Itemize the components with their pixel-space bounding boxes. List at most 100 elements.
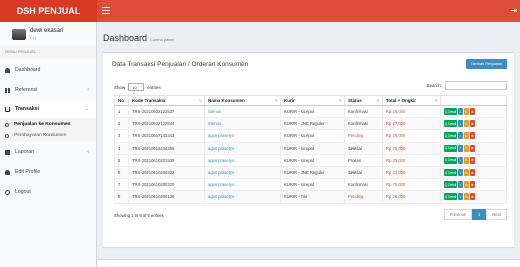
search-input[interactable]: [445, 81, 507, 90]
cell-actions: Q Detail ▪ ✎ ✖: [440, 153, 507, 167]
cart-icon: [5, 106, 10, 112]
detail-button[interactable]: Q Detail: [444, 193, 457, 201]
transactions-box: Data Transaksi Penjualan / Orderan Konsu…: [103, 52, 514, 247]
add-sale-button[interactable]: Tambah Penjualan: [465, 59, 507, 69]
view-icon[interactable]: ▪: [458, 193, 463, 201]
detail-button[interactable]: Q Detail: [444, 108, 457, 116]
detail-button[interactable]: Q Detail: [444, 169, 457, 177]
row-actions: Q Detail ▪ ✎ ✖: [444, 132, 503, 140]
row-actions: Q Detail ▪ ✎ ✖: [444, 169, 503, 177]
app-logo[interactable]: DSH PENJUAL: [0, 0, 97, 22]
pagination-previous[interactable]: Previous: [443, 209, 473, 220]
view-icon[interactable]: ▪: [458, 169, 463, 177]
delete-icon[interactable]: ✖: [470, 108, 475, 116]
view-icon[interactable]: ▪: [458, 156, 463, 164]
delete-icon[interactable]: ✖: [470, 193, 475, 201]
sidebar-item-logout[interactable]: Logout: [0, 182, 96, 202]
table-info: Showing 1 to 8 of 8 entries: [114, 213, 164, 218]
column-header-kurir[interactable]: Kurir ⇅: [280, 95, 345, 106]
column-header-no[interactable]: No ⇅: [114, 95, 129, 106]
edit-icon[interactable]: ✎: [464, 181, 469, 189]
dashboard-icon: [5, 67, 10, 73]
edit-icon[interactable]: ✎: [464, 156, 469, 164]
edit-icon[interactable]: ✎: [464, 120, 469, 128]
edit-icon[interactable]: ✎: [464, 169, 469, 177]
table-row: 3 TRX-20210617143343 agus prasetyo KURIR - …: [114, 129, 507, 143]
detail-button[interactable]: Q Detail: [444, 120, 457, 128]
sidebar-item-referensi[interactable]: Referensi ‹: [0, 80, 96, 100]
pagination-next[interactable]: Next: [486, 209, 507, 220]
sign-out-icon[interactable]: ⇥: [510, 6, 517, 15]
cell-no: 7: [114, 178, 129, 192]
cell-total: Rp 26,000: [382, 104, 441, 119]
avatar: [12, 28, 26, 40]
sidebar-item-label: Logout: [15, 189, 31, 195]
sidebar-item-transaksi[interactable]: Transaksi ⌄: [0, 100, 96, 118]
view-icon[interactable]: ▪: [458, 144, 463, 152]
sort-icon: ⇅: [338, 98, 342, 103]
cell-kode-transaksi: TRX-20210610200320: [128, 178, 205, 192]
sidebar-subitem-penjualan[interactable]: Penjualan ke Konsumen: [0, 119, 96, 130]
delete-icon[interactable]: ✖: [470, 181, 475, 189]
sidebar-item-label: Laporan: [15, 149, 35, 155]
sidebar-toggle-icon[interactable]: [102, 7, 110, 14]
cell-total: Rp 26,000: [382, 190, 441, 204]
delete-icon[interactable]: ✖: [470, 132, 475, 140]
column-header-total[interactable]: Total + Ongkir ⇅: [382, 95, 441, 106]
column-header-nama[interactable]: Nama Konsumen ⇅: [204, 95, 281, 106]
cell-kurir: KURIR - sicepat: [280, 178, 345, 192]
cell-total: Rp 33,000: [382, 153, 441, 167]
edit-icon[interactable]: ✎: [464, 193, 469, 201]
sidebar-item-dashboard[interactable]: Dashboard: [0, 60, 96, 80]
delete-icon[interactable]: ✖: [470, 120, 475, 128]
delete-icon[interactable]: ✖: [470, 144, 475, 152]
column-header-kode[interactable]: Kode Transaksi ⇅: [128, 95, 205, 106]
edit-icon[interactable]: ✎: [464, 108, 469, 116]
cell-kode-transaksi: TRX-20210617143343: [128, 129, 205, 143]
page-title-text: Dashboard: [103, 33, 148, 43]
cell-status: Pending: [344, 190, 383, 204]
cell-no: 2: [114, 117, 129, 131]
cell-nama-konsumen: agus prasetyo: [204, 129, 281, 143]
view-icon[interactable]: ▪: [458, 120, 463, 128]
column-header-status[interactable]: Status ⇅: [344, 95, 383, 106]
detail-button[interactable]: Q Detail: [444, 144, 457, 152]
user-icon: [5, 169, 10, 175]
sidebar-subitem-pembayaran[interactable]: Pembayaran Konsumen: [0, 130, 96, 141]
sidebar-item-edit-profile[interactable]: Edit Profile: [0, 162, 96, 182]
column-header-label: Total + Ongkir: [386, 98, 417, 103]
column-header-label: Kurir: [284, 98, 295, 103]
cell-no: 5: [114, 153, 129, 167]
cell-actions: Q Detail ▪ ✎ ✖: [440, 190, 507, 204]
cell-kode-transaksi: TRX-20210610200138: [128, 190, 205, 204]
column-header-actions: [440, 95, 507, 106]
page-length-select[interactable]: 10 ⌄: [128, 83, 145, 95]
cell-kode-transaksi: TRX-20210622122844: [128, 117, 205, 131]
detail-button[interactable]: Q Detail: [444, 156, 457, 164]
pagination-page[interactable]: 1: [472, 209, 487, 220]
table-row: 8 TRX-20210610200138 agus prasetyo KURIR - …: [114, 190, 507, 204]
search-control: Search:: [426, 81, 507, 90]
cell-kurir: KURIR - sicepat: [280, 141, 345, 155]
circle-icon: [5, 122, 9, 127]
sort-icon: ⇅: [274, 98, 278, 103]
view-icon[interactable]: ▪: [458, 108, 463, 116]
edit-icon[interactable]: ✎: [464, 144, 469, 152]
cell-actions: Q Detail ▪ ✎ ✖: [440, 104, 507, 119]
cell-no: 3: [114, 129, 129, 143]
view-icon[interactable]: ▪: [458, 132, 463, 140]
edit-icon[interactable]: ✎: [464, 132, 469, 140]
delete-icon[interactable]: ✖: [470, 169, 475, 177]
detail-button[interactable]: Q Detail: [444, 132, 457, 140]
cell-actions: Q Detail ▪ ✎ ✖: [440, 165, 507, 180]
cell-kurir: KURIR - JNE Reguler: [280, 165, 345, 180]
page-footer: [97, 259, 520, 267]
detail-button[interactable]: Q Detail: [444, 181, 457, 189]
view-icon[interactable]: ▪: [458, 181, 463, 189]
cell-nama-konsumen: agus prasetyo: [204, 190, 281, 204]
row-actions: Q Detail ▪ ✎ ✖: [444, 120, 503, 128]
cell-kurir: KURIR - sicepat: [280, 104, 345, 119]
sidebar-item-laporan[interactable]: Laporan ‹: [0, 142, 96, 162]
delete-icon[interactable]: ✖: [470, 156, 475, 164]
user-panel: dewi ekasari • • •: [0, 22, 96, 46]
